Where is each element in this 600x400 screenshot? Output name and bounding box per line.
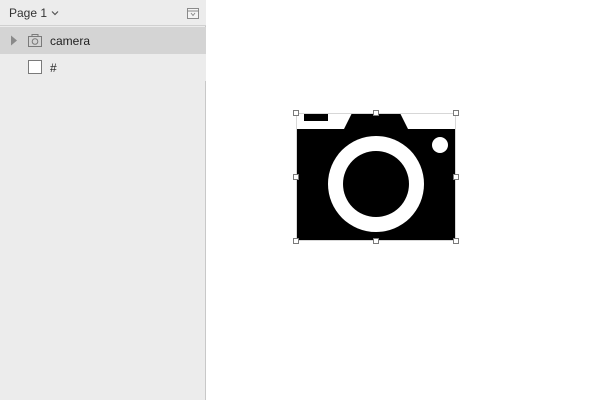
layers-sidebar: Page 1 camera # [0,0,206,400]
camera-object[interactable] [293,110,459,244]
camera-shape[interactable] [296,113,456,241]
resize-handle-bottom-left[interactable] [293,238,299,244]
resize-handle-top[interactable] [373,110,379,116]
page-header: Page 1 [0,0,206,26]
resize-handle-top-right[interactable] [453,110,459,116]
layer-label-camera: camera [50,34,91,48]
layer-row-camera[interactable]: camera [0,27,206,54]
layer-row-artboard[interactable]: # [0,54,206,81]
resize-handle-bottom-right[interactable] [453,238,459,244]
disclosure-triangle-icon[interactable] [10,35,18,46]
resize-handle-left[interactable] [293,174,299,180]
resize-handle-top-left[interactable] [293,110,299,116]
artboard-icon [28,60,42,74]
collapse-panel-icon[interactable] [187,8,199,19]
page-selector-label: Page 1 [9,6,48,20]
camera-icon [28,34,42,47]
chevron-down-icon [51,11,59,16]
resize-handle-bottom[interactable] [373,238,379,244]
page-selector[interactable]: Page 1 [9,6,59,20]
layer-label-artboard: # [50,61,57,75]
design-canvas[interactable] [207,0,600,400]
resize-handle-right[interactable] [453,174,459,180]
design-app-window: Page 1 camera # [0,0,600,400]
